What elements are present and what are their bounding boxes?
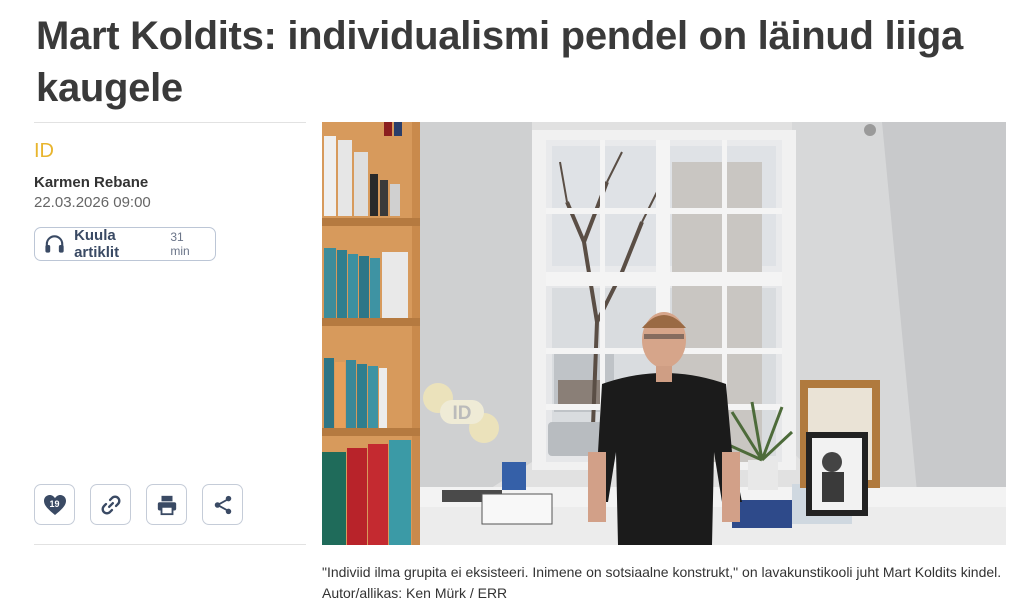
share-icon bbox=[214, 495, 231, 514]
print-button[interactable] bbox=[146, 484, 187, 525]
copy-link-button[interactable] bbox=[90, 484, 131, 525]
article-title: Mart Koldits: individualismi pendel on l… bbox=[36, 14, 963, 110]
headphones-icon bbox=[45, 235, 64, 253]
publish-date: 22.03.2026 09:00 bbox=[34, 194, 151, 211]
article-photo[interactable]: ID bbox=[322, 122, 1006, 545]
listen-label: Kuula artiklit bbox=[74, 227, 120, 261]
like-count: 19 bbox=[49, 498, 60, 509]
author-name[interactable]: Karmen Rebane bbox=[34, 174, 148, 191]
listen-article-button[interactable]: Kuula artiklit 31 min bbox=[34, 227, 216, 261]
section-tag[interactable]: ID bbox=[34, 140, 54, 163]
photo-watermark: ID bbox=[453, 403, 472, 424]
divider bbox=[34, 122, 306, 123]
link-icon bbox=[101, 495, 120, 514]
photo-illustration: ID bbox=[322, 122, 1006, 545]
divider bbox=[34, 544, 306, 545]
print-icon bbox=[157, 495, 176, 515]
article-actions: 19 bbox=[34, 484, 243, 525]
like-button[interactable]: 19 bbox=[34, 484, 75, 525]
share-button[interactable] bbox=[202, 484, 243, 525]
listen-duration: 31 min bbox=[170, 230, 190, 258]
